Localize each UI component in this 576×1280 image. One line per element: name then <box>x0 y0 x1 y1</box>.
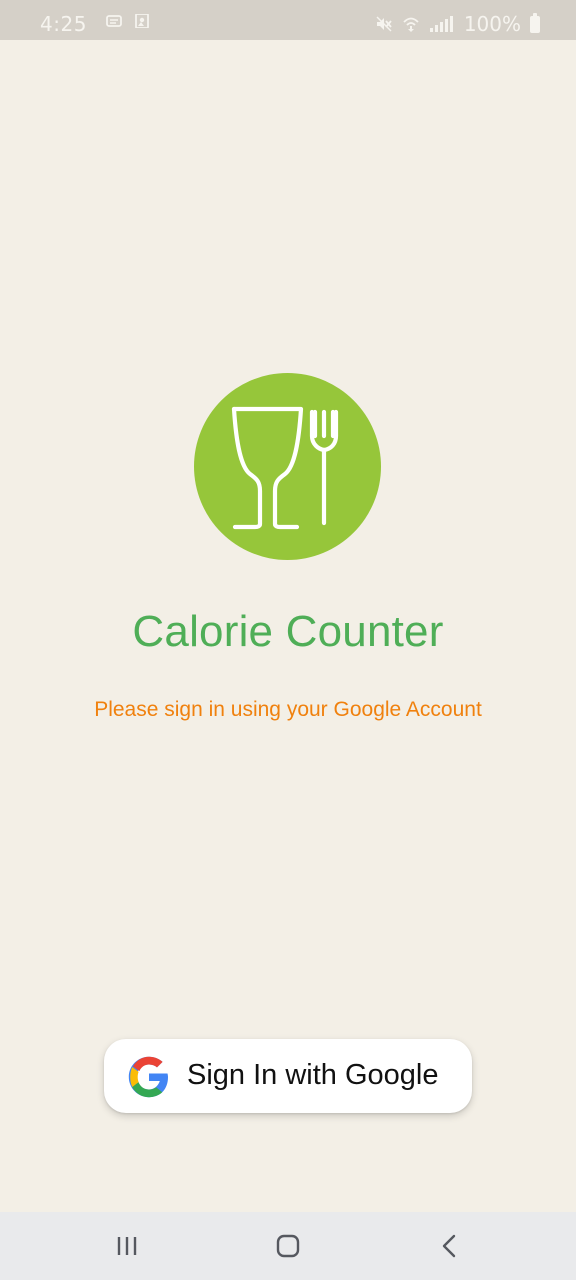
message-icon <box>106 15 122 27</box>
google-signin-label: Sign In with Google <box>187 1059 439 1091</box>
battery-icon <box>530 12 540 33</box>
battery-label: 100% <box>463 12 521 36</box>
food-logo-icon <box>194 373 381 560</box>
recent-apps-button[interactable] <box>110 1232 146 1260</box>
back-icon <box>442 1234 456 1258</box>
status-time: 4:25 <box>40 12 87 36</box>
home-button[interactable] <box>270 1232 306 1260</box>
signal-icon <box>429 16 453 32</box>
app-title: Calorie Counter <box>132 607 444 656</box>
photo-icon <box>135 14 149 28</box>
home-icon <box>276 1234 300 1258</box>
status-right-group: 100% <box>375 12 540 36</box>
wifi-call-icon <box>403 17 419 32</box>
back-button[interactable] <box>432 1232 468 1260</box>
recent-apps-icon <box>117 1237 137 1255</box>
google-signin-button[interactable]: Sign In with Google <box>104 1039 472 1113</box>
google-icon <box>128 1056 168 1098</box>
mute-icon <box>376 16 392 32</box>
navigation-bar <box>0 1212 576 1280</box>
status-bar: 4:25 100% <box>0 0 576 40</box>
signin-message: Please sign in using your Google Account <box>94 698 482 721</box>
